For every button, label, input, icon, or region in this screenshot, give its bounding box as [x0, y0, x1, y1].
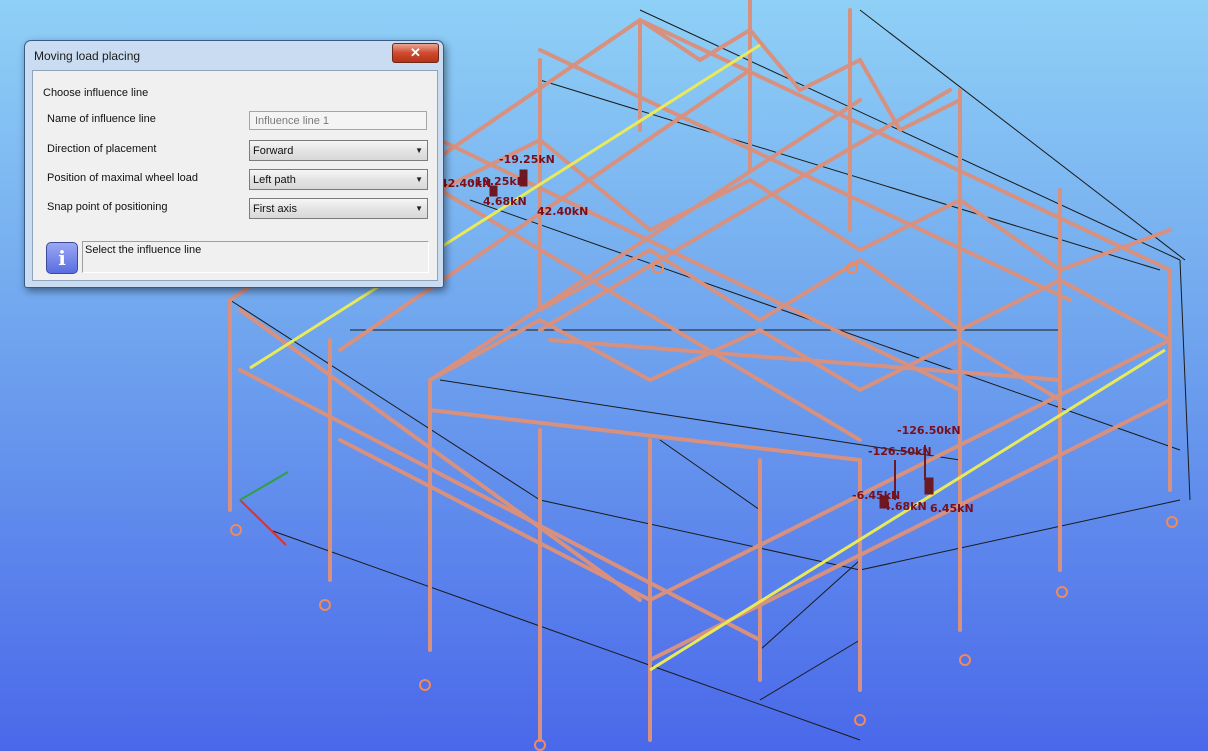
direction-label: Direction of placement: [47, 143, 157, 155]
chevron-down-icon: ▼: [415, 146, 423, 155]
direction-value: Forward: [253, 145, 294, 157]
snap-value: First axis: [253, 203, 297, 215]
close-button[interactable]: ✕: [392, 43, 439, 63]
close-icon: ✕: [410, 45, 421, 60]
info-icon: i: [46, 242, 78, 274]
snap-label: Snap point of positioning: [47, 201, 168, 213]
supports: [230, 262, 1178, 751]
position-label: Position of maximal wheel load: [47, 172, 199, 184]
chevron-down-icon: ▼: [415, 175, 423, 184]
position-select[interactable]: Left path ▼: [249, 169, 428, 190]
load-label: 42.40kN: [440, 177, 491, 190]
snap-select[interactable]: First axis ▼: [249, 198, 428, 219]
chevron-down-icon: ▼: [415, 204, 423, 213]
load-label: 4.68kN: [483, 195, 527, 208]
section-label: Choose influence line: [43, 87, 149, 99]
dialog-titlebar[interactable]: Moving load placing ✕: [25, 41, 443, 69]
influence-line-name-field[interactable]: Influence line 1: [249, 111, 427, 130]
name-label: Name of influence line: [47, 113, 156, 125]
dialog-title: Moving load placing: [34, 49, 141, 63]
load-label: 6.45kN: [930, 502, 974, 515]
direction-select[interactable]: Forward ▼: [249, 140, 428, 161]
load-label: -126.50kN: [868, 445, 932, 458]
dialog-body: Choose influence line Name of influence …: [32, 70, 438, 281]
status-message: Select the influence line: [82, 241, 429, 273]
load-label: -126.50kN: [897, 424, 961, 437]
moving-load-dialog: Moving load placing ✕ Choose influence l…: [24, 40, 444, 288]
load-label: 42.40kN: [537, 205, 588, 218]
position-value: Left path: [253, 174, 296, 186]
load-label: 4.68kN: [883, 500, 927, 513]
load-label: -19.25kN: [499, 153, 555, 166]
